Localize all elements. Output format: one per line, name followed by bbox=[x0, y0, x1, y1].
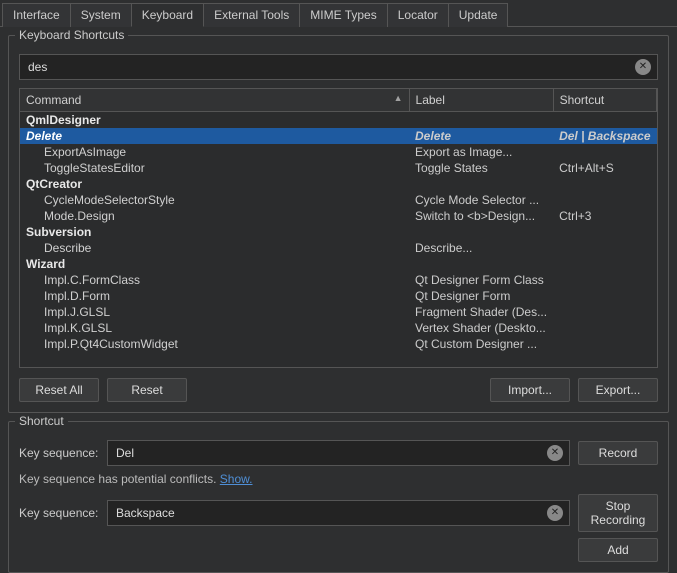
table-row[interactable]: ToggleStatesEditorToggle StatesCtrl+Alt+… bbox=[20, 160, 657, 176]
shortcut-table[interactable]: Command▲ Label Shortcut QmlDesignerDelet… bbox=[19, 88, 658, 368]
tab-update[interactable]: Update bbox=[448, 3, 509, 27]
group-title: Keyboard Shortcuts bbox=[15, 28, 128, 42]
col-shortcut[interactable]: Shortcut bbox=[553, 89, 656, 112]
reset-all-button[interactable]: Reset All bbox=[19, 378, 99, 402]
table-row[interactable]: Impl.D.FormQt Designer Form bbox=[20, 288, 657, 304]
table-group[interactable]: QtCreator bbox=[20, 176, 657, 192]
table-row[interactable]: CycleModeSelectorStyleCycle Mode Selecto… bbox=[20, 192, 657, 208]
show-conflicts-link[interactable]: Show. bbox=[220, 472, 253, 486]
tab-mime-types[interactable]: MIME Types bbox=[299, 3, 387, 27]
stop-recording-button[interactable]: Stop Recording bbox=[578, 494, 658, 532]
table-row[interactable]: Impl.C.FormClassQt Designer Form Class bbox=[20, 272, 657, 288]
search-input[interactable] bbox=[26, 57, 635, 77]
table-row[interactable]: ExportAsImageExport as Image... bbox=[20, 144, 657, 160]
reset-button[interactable]: Reset bbox=[107, 378, 187, 402]
tab-locator[interactable]: Locator bbox=[387, 3, 449, 27]
table-row[interactable]: Impl.P.Qt4CustomWidgetQt Custom Designer… bbox=[20, 336, 657, 352]
group-title: Shortcut bbox=[15, 414, 68, 428]
col-command[interactable]: Command▲ bbox=[20, 89, 409, 112]
key-sequence-input-2[interactable] bbox=[114, 503, 547, 523]
record-button[interactable]: Record bbox=[578, 441, 658, 465]
clear-icon[interactable]: ✕ bbox=[547, 505, 563, 521]
tab-keyboard[interactable]: Keyboard bbox=[131, 3, 204, 27]
table-row[interactable]: Impl.K.GLSLVertex Shader (Deskto... bbox=[20, 320, 657, 336]
table-group[interactable]: QmlDesigner bbox=[20, 112, 657, 129]
clear-search-icon[interactable]: ✕ bbox=[635, 59, 651, 75]
tab-interface[interactable]: Interface bbox=[2, 3, 71, 27]
clear-icon[interactable]: ✕ bbox=[547, 445, 563, 461]
import-button[interactable]: Import... bbox=[490, 378, 570, 402]
key-sequence-label: Key sequence: bbox=[19, 506, 99, 520]
table-group[interactable]: Subversion bbox=[20, 224, 657, 240]
export-button[interactable]: Export... bbox=[578, 378, 658, 402]
shortcut-group: Shortcut Key sequence: ✕ Record Key sequ… bbox=[8, 421, 669, 573]
table-row[interactable]: DeleteDeleteDel | Backspace bbox=[20, 128, 657, 144]
table-row[interactable]: DescribeDescribe... bbox=[20, 240, 657, 256]
table-row[interactable]: Impl.J.GLSLFragment Shader (Des... bbox=[20, 304, 657, 320]
search-field[interactable]: ✕ bbox=[19, 54, 658, 80]
table-group[interactable]: Wizard bbox=[20, 256, 657, 272]
add-button[interactable]: Add bbox=[578, 538, 658, 562]
key-sequence-input-1[interactable] bbox=[114, 443, 547, 463]
col-label[interactable]: Label bbox=[409, 89, 553, 112]
key-sequence-field-1[interactable]: ✕ bbox=[107, 440, 570, 466]
tab-bar: InterfaceSystemKeyboardExternal ToolsMIM… bbox=[0, 0, 677, 27]
sort-asc-icon: ▲ bbox=[394, 93, 403, 103]
keyboard-shortcuts-group: Keyboard Shortcuts ✕ Command▲ Label Shor… bbox=[8, 35, 669, 413]
conflict-message: Key sequence has potential conflicts. Sh… bbox=[19, 472, 658, 486]
table-row[interactable]: Mode.DesignSwitch to <b>Design...Ctrl+3 bbox=[20, 208, 657, 224]
tab-system[interactable]: System bbox=[70, 3, 132, 27]
key-sequence-field-2[interactable]: ✕ bbox=[107, 500, 570, 526]
key-sequence-label: Key sequence: bbox=[19, 446, 99, 460]
tab-external-tools[interactable]: External Tools bbox=[203, 3, 300, 27]
